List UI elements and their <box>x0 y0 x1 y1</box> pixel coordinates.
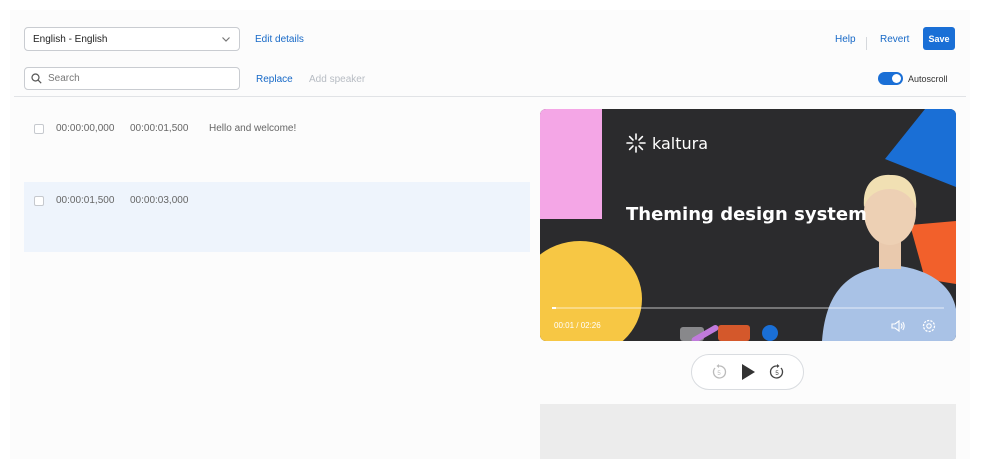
row-start-time[interactable]: 00:00:00,000 <box>56 123 114 134</box>
kaltura-logo-icon <box>626 133 646 153</box>
language-select-value: English - English <box>33 33 108 45</box>
svg-text:5: 5 <box>775 371 779 377</box>
revert-link[interactable]: Revert <box>880 34 909 45</box>
language-select[interactable]: English - English <box>24 27 240 51</box>
video-progress-fill <box>552 307 556 309</box>
row-end-time[interactable]: 00:00:03,000 <box>130 195 188 206</box>
chevron-down-icon <box>221 34 231 44</box>
play-icon[interactable] <box>738 362 758 382</box>
rewind-5-icon[interactable]: 5 <box>709 362 729 382</box>
row-checkbox[interactable] <box>34 196 44 206</box>
pink-shape <box>540 109 602 219</box>
edit-details-link[interactable]: Edit details <box>255 34 304 45</box>
row-checkbox[interactable] <box>34 124 44 134</box>
transcript-row[interactable]: 00:00:00,000 00:00:01,500 Hello and welc… <box>24 115 530 149</box>
toggle-switch[interactable] <box>878 72 903 85</box>
brand-logo: kaltura <box>626 133 708 153</box>
forward-5-icon[interactable]: 5 <box>767 362 787 382</box>
toggle-knob <box>892 74 901 83</box>
desk-item <box>718 325 750 341</box>
save-button[interactable]: Save <box>923 27 955 50</box>
autoscroll-label: Autoscroll <box>908 73 948 84</box>
volume-icon[interactable] <box>890 318 906 334</box>
bottom-panel <box>540 404 956 459</box>
svg-text:5: 5 <box>717 371 721 377</box>
playback-controls: 5 5 <box>691 354 804 390</box>
caption-editor: English - English Edit details Help Reve… <box>10 10 970 459</box>
brand-name: kaltura <box>652 133 709 153</box>
row-end-time[interactable]: 00:00:01,500 <box>130 123 188 134</box>
video-time: 00:01 / 02:26 <box>554 321 601 330</box>
slide-title: Theming design system <box>626 204 867 225</box>
search-icon <box>31 73 43 85</box>
search-field[interactable] <box>24 67 240 90</box>
replace-link[interactable]: Replace <box>256 74 293 85</box>
transcript-row-selected[interactable]: 00:00:01,500 00:00:03,000 <box>24 182 530 252</box>
row-start-time[interactable]: 00:00:01,500 <box>56 195 114 206</box>
help-link[interactable]: Help <box>835 34 856 45</box>
row-caption-text[interactable]: Hello and welcome! <box>209 123 296 134</box>
gear-icon[interactable] <box>921 318 937 334</box>
autoscroll-toggle[interactable]: Autoscroll <box>878 72 948 85</box>
presenter-neck <box>879 241 901 269</box>
video-progress-bar[interactable] <box>552 307 944 309</box>
video-player[interactable]: kaltura Theming design system 00:01 / 02… <box>540 109 956 341</box>
add-speaker-link[interactable]: Add speaker <box>309 74 365 85</box>
toolbar-divider-line <box>14 96 966 97</box>
desk-item <box>762 325 778 341</box>
toolbar-divider <box>866 37 867 50</box>
search-input[interactable] <box>48 73 218 84</box>
